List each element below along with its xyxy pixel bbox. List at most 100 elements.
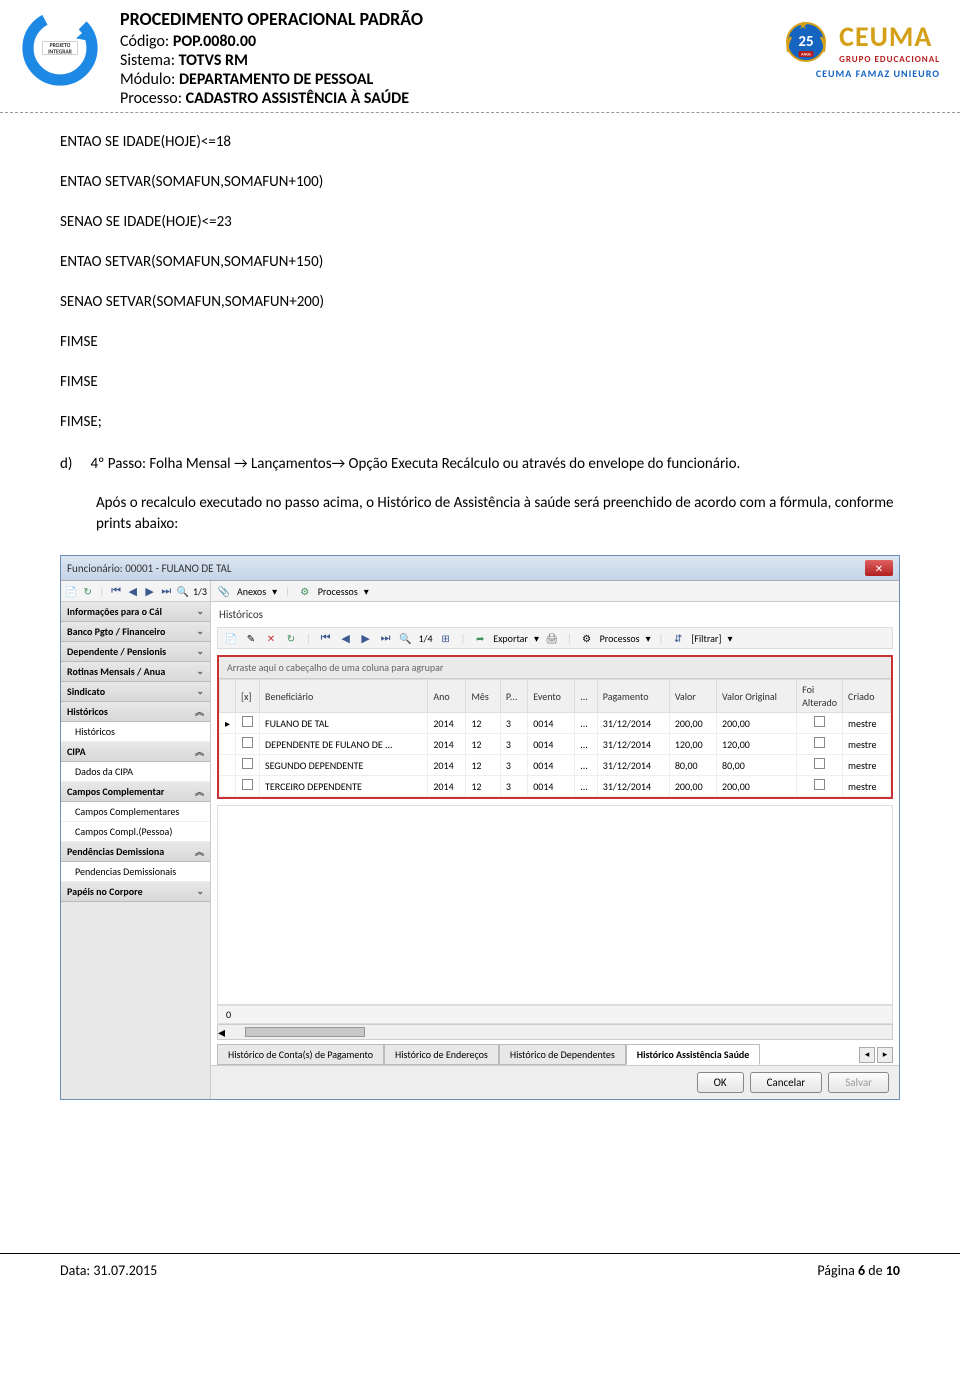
grid-refresh-icon[interactable]: ↻ (284, 631, 298, 645)
sidebar-item[interactable]: Pendencias Demissionais (61, 862, 210, 882)
grid-layout-icon[interactable]: ⊞ (439, 631, 453, 645)
logo-ceuma: 25 ANOS CEUMA GRUPO EDUCACIONAL CEUMA FA… (680, 8, 940, 88)
row-checkbox[interactable] (242, 779, 253, 790)
ceuma-subtitle1: GRUPO EDUCACIONAL (839, 54, 940, 65)
column-header[interactable]: Mês (466, 680, 501, 713)
step-letter: d) (60, 455, 72, 473)
page-footer: Data: 31.07.2015 Página 6 de 10 (0, 1253, 960, 1287)
filter-icon[interactable]: ⇵ (671, 631, 685, 645)
sidebar-group[interactable]: Papéis no Corpore⌄ (61, 882, 210, 902)
sidebar-group[interactable]: CIPA︽ (61, 742, 210, 762)
table-row[interactable]: SEGUNDO DEPENDENTE20141230014...31/12/20… (220, 755, 891, 776)
tab[interactable]: Histórico de Dependentes (499, 1044, 626, 1065)
page-header: PROJETO INTEGRAR PROCEDIMENTO OPERACIONA… (0, 0, 960, 113)
sidebar-group[interactable]: Informações para o Cál⌄ (61, 602, 210, 622)
grid-delete-icon[interactable]: ✕ (264, 631, 278, 645)
first-icon[interactable]: ⏮ (109, 584, 123, 598)
tab[interactable]: Histórico Assistência Saúde (626, 1044, 761, 1065)
prev-icon[interactable]: ◀ (126, 584, 140, 598)
sidebar-group[interactable]: Dependente / Pensionis⌄ (61, 642, 210, 662)
save-button[interactable]: Salvar (828, 1072, 889, 1093)
row-checkbox[interactable] (242, 716, 253, 727)
ok-button[interactable]: OK (697, 1072, 744, 1093)
print-icon[interactable]: 🖨 (545, 631, 559, 645)
processos-icon[interactable]: ⚙ (298, 584, 312, 598)
column-header[interactable]: P... (500, 680, 527, 713)
column-header[interactable]: Beneficiário (260, 680, 428, 713)
panel-title: Históricos (211, 602, 899, 627)
column-header[interactable]: Foi Alterado (797, 680, 843, 713)
column-header[interactable]: Criado (843, 680, 891, 713)
svg-text:25: 25 (799, 33, 814, 51)
code-block: ENTAO SE IDADE(HOJE)<=18 ENTAO SETVAR(SO… (60, 133, 900, 431)
row-checkbox[interactable] (242, 737, 253, 748)
footer-date: Data: 31.07.2015 (60, 1262, 157, 1279)
code-line-6: FIMSE (60, 333, 900, 351)
table-row[interactable]: ▸FULANO DE TAL20141230014...31/12/201420… (220, 713, 891, 734)
attachment-icon[interactable]: 📎 (217, 584, 231, 598)
sidebar-item[interactable]: Históricos (61, 722, 210, 742)
horizontal-scrollbar[interactable]: ◂ (217, 1024, 893, 1040)
code-line-3: SENAO SE IDADE(HOJE)<=23 (60, 213, 900, 231)
sidebar-item[interactable]: Dados da CIPA (61, 762, 210, 782)
filtrar-dropdown[interactable]: [Filtrar] (691, 632, 721, 645)
column-header[interactable]: Ano (428, 680, 466, 713)
alterado-checkbox[interactable] (814, 779, 825, 790)
row-checkbox[interactable] (242, 758, 253, 769)
sidebar-group[interactable]: Banco Pgto / Financeiro⌄ (61, 622, 210, 642)
cancel-button[interactable]: Cancelar (750, 1072, 823, 1093)
sidebar-group[interactable]: Rotinas Mensais / Anua⌄ (61, 662, 210, 682)
column-header[interactable]: Valor Original (717, 680, 797, 713)
grid-prev-icon[interactable]: ◀ (339, 631, 353, 645)
grid-first-icon[interactable]: ⏮ (319, 631, 333, 645)
processos-dropdown[interactable]: Processos (318, 585, 358, 598)
table-row[interactable]: DEPENDENTE DE FULANO DE ...20141230014..… (220, 734, 891, 755)
scroll-thumb[interactable] (245, 1027, 365, 1037)
exportar-dropdown[interactable]: Exportar (493, 632, 528, 645)
tabs-bar: Histórico de Conta(s) de PagamentoHistór… (217, 1044, 893, 1065)
sidebar-group[interactable]: Históricos︽ (61, 702, 210, 722)
column-header[interactable]: Evento (528, 680, 575, 713)
tab-scroll-right[interactable]: ▸ (877, 1047, 893, 1063)
sidebar-group[interactable]: Campos Complementar︽ (61, 782, 210, 802)
tab-scroll-left[interactable]: ◂ (859, 1047, 875, 1063)
anexos-dropdown[interactable]: Anexos (237, 585, 266, 598)
code-line-8: FIMSE; (60, 413, 900, 431)
column-header[interactable]: ... (575, 680, 598, 713)
header-codigo: Código: POP.0080.00 (120, 32, 680, 51)
column-header[interactable]: Pagamento (597, 680, 669, 713)
table-row[interactable]: TERCEIRO DEPENDENTE20141230014...31/12/2… (220, 776, 891, 797)
alterado-checkbox[interactable] (814, 716, 825, 727)
alterado-checkbox[interactable] (814, 737, 825, 748)
group-by-bar[interactable]: Arraste aqui o cabeçalho de uma coluna p… (219, 657, 891, 679)
refresh-icon[interactable]: ↻ (81, 584, 95, 598)
grid-search-icon[interactable]: 🔍 (399, 631, 413, 645)
ceuma-subtitle2: CEUMA FAMAZ UNIEURO (816, 67, 940, 80)
sidebar-item[interactable]: Campos Complementares (61, 802, 210, 822)
column-header[interactable]: [x] (236, 680, 260, 713)
sub-processos-dropdown[interactable]: Processos (600, 632, 640, 645)
sidebar-item[interactable]: Campos Compl.(Pessoa) (61, 822, 210, 842)
main-toolbar: 📎 Anexos▾ | ⚙ Processos▾ (211, 581, 899, 602)
tab[interactable]: Histórico de Conta(s) de Pagamento (217, 1044, 384, 1065)
sidebar: 📄 ↻ | ⏮ ◀ ▶ ⏭ 🔍 1/3 Informações para o C… (61, 581, 211, 1099)
grid-last-icon[interactable]: ⏭ (379, 631, 393, 645)
gear-icon[interactable]: ⚙ (580, 631, 594, 645)
grid-new-icon[interactable]: 📄 (224, 631, 238, 645)
code-line-1: ENTAO SE IDADE(HOJE)<=18 (60, 133, 900, 151)
close-button[interactable]: ✕ (865, 560, 893, 576)
grid-next-icon[interactable]: ▶ (359, 631, 373, 645)
grid-edit-icon[interactable]: ✎ (244, 631, 258, 645)
tab[interactable]: Histórico de Endereços (384, 1044, 499, 1065)
export-icon[interactable]: ➦ (473, 631, 487, 645)
window-title: Funcionário: 00001 - FULANO DE TAL (67, 562, 232, 575)
search-icon[interactable]: 🔍 (176, 584, 190, 598)
sidebar-group[interactable]: Pendências Demissiona︽ (61, 842, 210, 862)
new-icon[interactable]: 📄 (64, 584, 78, 598)
alterado-checkbox[interactable] (814, 758, 825, 769)
next-icon[interactable]: ▶ (143, 584, 157, 598)
column-header[interactable]: Valor (669, 680, 716, 713)
last-icon[interactable]: ⏭ (159, 584, 173, 598)
sidebar-group[interactable]: Sindicato⌄ (61, 682, 210, 702)
header-text: PROCEDIMENTO OPERACIONAL PADRÃO Código: … (120, 8, 680, 108)
